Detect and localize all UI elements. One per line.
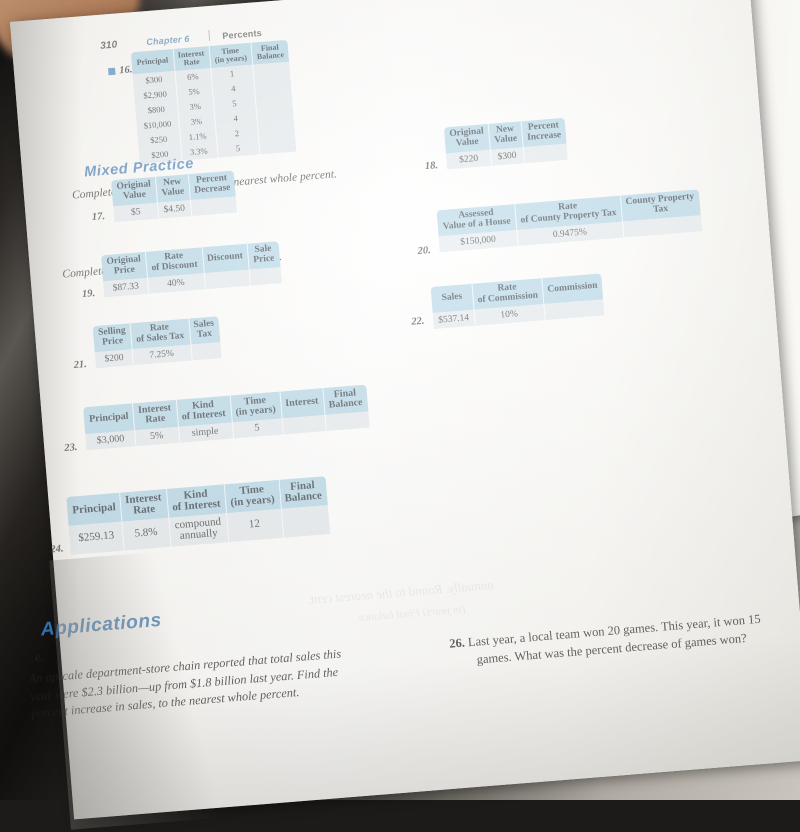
column-header: Time (in years) xyxy=(224,479,281,513)
table-20: Assessed Value of a House Rate of County Pr… xyxy=(436,189,702,252)
table-cell[interactable] xyxy=(281,414,326,435)
table-cell[interactable]: 5 xyxy=(216,139,260,159)
problem-25-text: An upscale department-store chain report… xyxy=(28,646,342,721)
page-number: 310 xyxy=(99,39,118,52)
exercise-number-21: 21. xyxy=(73,358,88,371)
problem-26-number: 26. xyxy=(448,635,466,651)
table-cell[interactable]: 40% xyxy=(147,272,205,294)
applications-subtext: e. xyxy=(34,649,44,665)
exercise-number-20: 20. xyxy=(417,245,432,258)
table-24: Principal Interest Rate Kind of Interest Time… xyxy=(66,476,330,555)
table-cell[interactable]: 7.25% xyxy=(132,344,192,365)
column-header: Sales Tax xyxy=(187,316,221,345)
exercise-number-19: 19. xyxy=(81,288,96,301)
column-header: Final Balance xyxy=(322,384,369,415)
table-cell[interactable] xyxy=(522,143,569,163)
column-header: Original Value xyxy=(443,123,491,154)
table-cell[interactable]: $300 xyxy=(490,146,525,166)
table-cell[interactable]: 12 xyxy=(226,508,283,543)
table-22: Sales Rate of Commission Commission $537.14 1… xyxy=(430,273,605,329)
table-cell[interactable]: compound annually xyxy=(168,512,229,547)
table-23: Principal Interest Rate Kind of Interest Time… xyxy=(83,384,370,451)
table-cell[interactable] xyxy=(543,298,605,320)
table-cell[interactable] xyxy=(324,411,370,432)
exercise-number-22: 22. xyxy=(410,315,425,328)
table-cell[interactable] xyxy=(249,266,282,286)
column-header: Original Price xyxy=(101,251,148,281)
table-cell[interactable]: 5.8% xyxy=(121,517,171,551)
column-header: Sale Price xyxy=(246,241,280,270)
exercise-number-24: 24. xyxy=(50,543,64,556)
chapter-label: Chapter 6 xyxy=(145,33,190,48)
table-18: Original Value New Value Percent Increase $220… xyxy=(443,117,569,170)
column-header: Sales xyxy=(430,283,474,313)
table-cell[interactable]: $3,000 xyxy=(85,429,136,451)
problem-26-text: Last year, a local team won 20 games. Th… xyxy=(467,611,762,667)
column-header: Interest Rate xyxy=(132,399,178,430)
exercise-number-18: 18. xyxy=(424,160,439,173)
table-cell[interactable]: $259.13 xyxy=(68,521,125,555)
column-header: Interest Rate xyxy=(172,46,211,72)
section-label: Percents xyxy=(221,27,263,41)
column-header: Final Balance xyxy=(278,476,328,509)
table-17: Original Value New Value Percent Decrease $5 $4… xyxy=(111,170,238,222)
table-cell[interactable]: 5% xyxy=(134,426,179,447)
table-cell[interactable]: $5 xyxy=(113,202,159,222)
exercise-number-23: 23. xyxy=(63,441,78,454)
exercise-number-17: 17. xyxy=(91,211,106,224)
table-cell[interactable] xyxy=(280,504,330,538)
column-header: Selling Price xyxy=(92,323,133,352)
table-cell[interactable] xyxy=(203,269,251,289)
column-header: Percent Decrease xyxy=(187,170,237,200)
table-cell[interactable]: 5 xyxy=(231,418,283,439)
table-cell[interactable]: $537.14 xyxy=(432,309,475,329)
table-cell[interactable]: $87.33 xyxy=(103,277,149,297)
table-19: Original Price Rate of Discount Discount Sale… xyxy=(101,241,282,297)
header-divider xyxy=(207,30,210,42)
column-header: Discount xyxy=(201,243,250,273)
ghost-text-line2: (in years) Final balance xyxy=(358,603,466,624)
column-header: Percent Increase xyxy=(520,117,567,147)
problem-26: 26. Last year, a local team won 20 games… xyxy=(449,608,781,670)
table-cell[interactable] xyxy=(189,341,222,361)
column-header: Principal xyxy=(83,403,135,434)
table-cell[interactable]: simple xyxy=(177,422,233,443)
table-cell[interactable]: $200 xyxy=(94,348,134,368)
column-header: Principal xyxy=(66,492,122,526)
table-16: Principal Interest Rate Time (in years) Final… xyxy=(130,39,297,165)
column-header: Original Value xyxy=(111,176,158,206)
applications-heading: Applications xyxy=(40,609,163,641)
exercise-bullet-16 xyxy=(108,67,116,76)
exercise-number-16: 16. xyxy=(118,64,133,77)
ghost-text-line1: annually. Round to the nearest cent. xyxy=(306,577,495,607)
table-21: Selling Price Rate of Sales Tax Sales Tax $200… xyxy=(92,316,222,368)
column-header: Final Balance xyxy=(250,39,290,66)
table-cell[interactable] xyxy=(258,136,297,155)
column-header: Time (in years) xyxy=(229,391,282,423)
table-cell[interactable]: $220 xyxy=(445,149,492,170)
table-cell[interactable]: $4.50 xyxy=(157,199,192,219)
column-header: Interest xyxy=(279,388,325,419)
column-header: New Value xyxy=(488,121,523,150)
column-header: New Value xyxy=(155,174,191,203)
textbook-page: 310 Chapter 6 Percents 16. Principal Inte… xyxy=(10,0,800,830)
table-cell[interactable] xyxy=(190,195,238,216)
column-header: Interest Rate xyxy=(119,489,169,522)
